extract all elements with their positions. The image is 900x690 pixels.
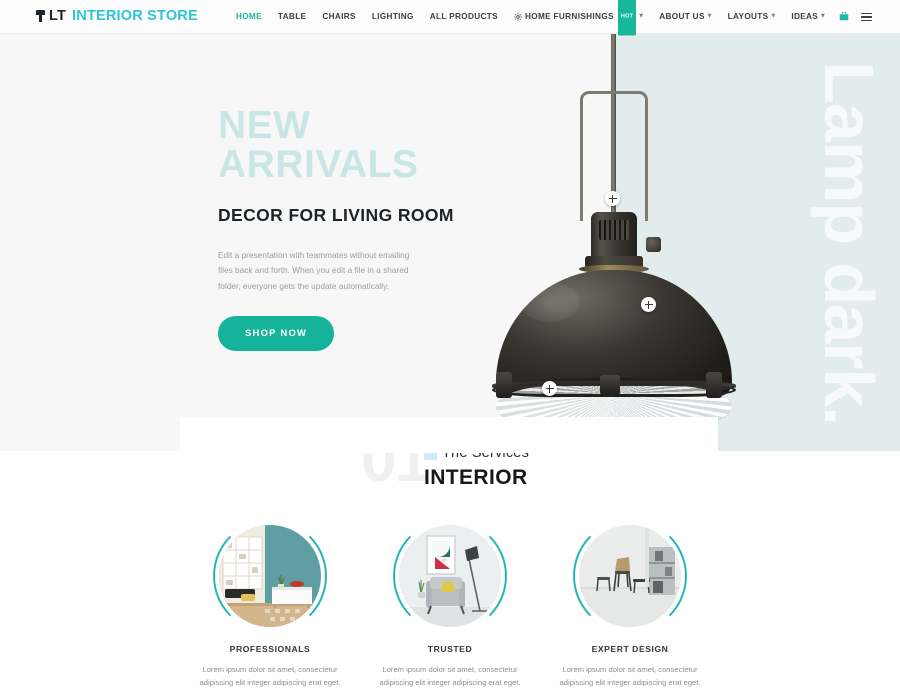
nav-item-home-furnishings[interactable]: HOME FURNISHINGS HOT ▾ xyxy=(506,0,651,36)
card-media xyxy=(573,519,687,633)
hotspot-lamp-yoke[interactable] xyxy=(605,191,620,206)
nav-item-label: IDEAS xyxy=(791,12,819,21)
services-heading: 01 The Services INTERIOR xyxy=(0,427,900,523)
card-title: TRUSTED xyxy=(427,644,473,654)
hero-banner: Lamp dark. NEW ARRIVALS DECOR FOR LIVING xyxy=(0,34,900,451)
nav-item-label: ABOUT US xyxy=(659,12,705,21)
nav-item-all-products[interactable]: ALL PRODUCTS xyxy=(422,0,506,34)
logo-brand-name: INTERIOR STORE xyxy=(72,8,198,24)
nav-item-chairs[interactable]: CHAIRS xyxy=(314,0,364,34)
hero-vertical-text: Lamp dark. xyxy=(810,60,888,425)
hamburger-menu-button[interactable] xyxy=(855,12,878,22)
card-media xyxy=(213,519,327,633)
nav-item-ideas[interactable]: IDEAS ▾ xyxy=(783,0,833,34)
services-panel-notch xyxy=(180,417,718,453)
cart-button[interactable] xyxy=(833,12,855,22)
lamp-socket xyxy=(591,212,637,260)
chevron-down-icon: ▾ xyxy=(639,12,644,20)
nav-item-label: HOME xyxy=(235,12,262,21)
nav-item-label: ALL PRODUCTS xyxy=(429,12,498,21)
card-title: EXPERT DESIGN xyxy=(591,644,669,654)
card-arc-decoration xyxy=(573,519,687,633)
chevron-down-icon: ▾ xyxy=(707,12,712,20)
gear-icon xyxy=(514,13,522,21)
nav-item-lighting[interactable]: LIGHTING xyxy=(364,0,422,34)
card-description: Lorem ipsum dolor sit amet, consectetur … xyxy=(379,665,521,688)
logo-brand-mark: LT xyxy=(49,8,67,24)
page-root: LT INTERIOR STORE HOME TABLE CHAIRS LIGH… xyxy=(0,0,900,690)
main-navigation: HOME TABLE CHAIRS LIGHTING ALL PRODUCTS xyxy=(228,0,878,36)
services-title: INTERIOR xyxy=(424,466,528,489)
site-logo[interactable]: LT INTERIOR STORE xyxy=(36,8,198,24)
nav-item-label: LAYOUTS xyxy=(727,12,769,21)
hotspot-lamp-band[interactable] xyxy=(542,381,557,396)
card-arc-decoration xyxy=(393,519,507,633)
service-card-professionals[interactable]: PROFESSIONALS Lorem ipsum dolor sit amet… xyxy=(180,519,360,690)
nav-item-home[interactable]: HOME xyxy=(228,0,270,34)
card-arc-decoration xyxy=(213,519,327,633)
chevron-down-icon: ▾ xyxy=(771,12,776,20)
card-title: PROFESSIONALS xyxy=(229,644,311,654)
nav-item-label: CHAIRS xyxy=(322,12,356,21)
services-section: 01 The Services INTERIOR PROFESSIONALS L… xyxy=(0,427,900,690)
lamp-knob xyxy=(646,237,661,252)
services-card-list: PROFESSIONALS Lorem ipsum dolor sit amet… xyxy=(180,519,720,690)
hero-vertical-watermark: Lamp dark. xyxy=(794,34,900,451)
chevron-down-icon: ▾ xyxy=(821,12,825,20)
service-card-expert-design[interactable]: EXPERT DESIGN Lorem ipsum dolor sit amet… xyxy=(540,519,720,690)
shop-now-button[interactable]: SHOP NOW xyxy=(218,316,335,352)
lamp-clip-left xyxy=(496,372,512,398)
card-description: Lorem ipsum dolor sit amet, consectetur … xyxy=(559,665,701,688)
hero-kicker: NEW ARRIVALS xyxy=(218,104,419,186)
shopping-cart-icon xyxy=(839,12,849,22)
card-media xyxy=(393,519,507,633)
site-header: LT INTERIOR STORE HOME TABLE CHAIRS LIGH… xyxy=(0,0,900,36)
status-badge-hot: HOT xyxy=(617,0,637,36)
lamp-clip-right xyxy=(706,372,722,398)
nav-item-about-us[interactable]: ABOUT US ▾ xyxy=(651,0,719,34)
hamburger-menu-icon xyxy=(861,12,872,22)
nav-item-table[interactable]: TABLE xyxy=(270,0,314,34)
hero-product-image-pendant-lamp xyxy=(478,34,778,451)
card-description: Lorem ipsum dolor sit amet, consectetur … xyxy=(199,665,341,688)
hero-description: Edit a presentation with teammates witho… xyxy=(218,250,410,291)
nav-item-label: TABLE xyxy=(277,12,307,21)
nav-item-label: HOME FURNISHINGS xyxy=(524,12,614,21)
hero-copy-block: NEW ARRIVALS DECOR FOR LIVING ROOM Edit … xyxy=(218,104,518,352)
service-card-trusted[interactable]: TRUSTED Lorem ipsum dolor sit amet, cons… xyxy=(360,519,540,690)
nav-item-label: LIGHTING xyxy=(371,12,414,21)
hotspot-lamp-dome[interactable] xyxy=(641,297,656,312)
nav-item-layouts[interactable]: LAYOUTS ▾ xyxy=(720,0,784,34)
lamp-clip-center xyxy=(600,375,620,395)
lamp-chair-glyph-icon xyxy=(36,10,45,22)
page-title: DECOR FOR LIVING ROOM xyxy=(218,205,454,225)
